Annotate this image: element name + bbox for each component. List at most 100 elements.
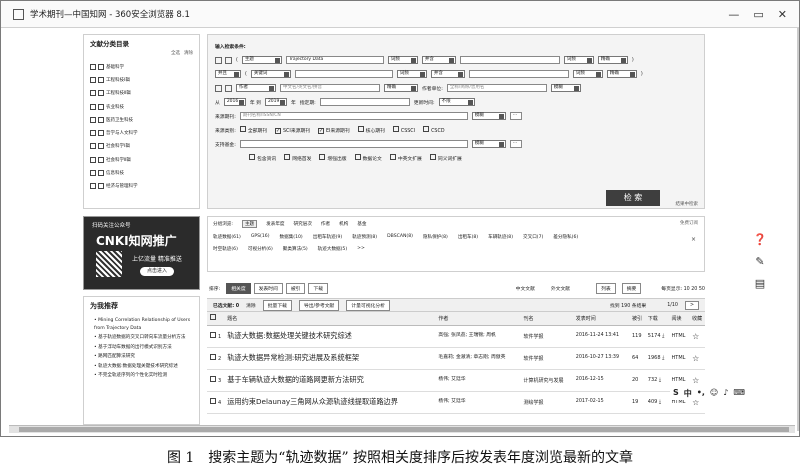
ext-option[interactable]: 数据论文 [354, 154, 382, 162]
journal-more-button[interactable]: ··· [509, 112, 522, 121]
expand-icon[interactable] [90, 76, 96, 83]
source-type-option[interactable]: 核心期刊 [357, 126, 385, 134]
group-tab[interactable]: 发表年度 [266, 221, 284, 227]
group-tab[interactable]: 主题 [241, 220, 258, 228]
checkbox[interactable] [354, 154, 361, 161]
group-item[interactable]: 出租车轨迹(9) [313, 234, 342, 240]
category-item[interactable]: 工程科技Ⅰ辑 [90, 73, 193, 86]
group-item[interactable]: 交叉口(7) [523, 234, 543, 240]
journal-match-select[interactable]: 模糊 [471, 112, 506, 121]
fund-match-select[interactable]: 模糊 [471, 140, 506, 149]
logic-select-2b[interactable]: 并含 [430, 70, 465, 79]
journal-cell[interactable]: 测绘学报 [520, 391, 573, 414]
group-item[interactable]: 聚类算法(5) [283, 246, 308, 252]
exact-select-2[interactable]: 精确 [606, 70, 637, 79]
source-type-option[interactable]: ✓ EI来源期刊 [318, 127, 350, 134]
promo-banner[interactable]: 扫码关注公众号 CNKI知网推广 上亿流量 精准推送 点击进入 [83, 216, 200, 290]
download-count[interactable]: 732 ⤓ [644, 369, 669, 392]
checkbox[interactable] [98, 76, 104, 83]
add-row-icon[interactable] [215, 56, 222, 64]
exact-select-1[interactable]: 精确 [597, 56, 628, 65]
checkbox[interactable] [98, 130, 104, 137]
sort-option[interactable]: 相关度 [226, 282, 251, 294]
expand-icon[interactable] [90, 143, 96, 150]
from-year-select[interactable]: 2016 [223, 98, 246, 107]
expand-icon[interactable] [90, 170, 96, 177]
fund-more-button[interactable]: ··· [509, 140, 522, 149]
checkbox[interactable] [429, 154, 436, 161]
category-item[interactable]: 农业科技 [90, 100, 193, 113]
checkbox[interactable] [98, 143, 104, 150]
clear-selected-link[interactable]: 清除 [246, 302, 256, 309]
group-item[interactable]: 可视分析(6) [248, 246, 273, 252]
category-item[interactable]: 社会科学Ⅱ辑 [90, 153, 193, 166]
query-input-2[interactable] [294, 70, 393, 79]
author-cell[interactable]: 毛嘉莉; 金澈清; 章志刚; 周傲英 [435, 347, 521, 370]
recommend-item[interactable]: • 轨迹大数据:数据处理关键技术研究综述 [90, 363, 193, 371]
checkbox[interactable] [389, 154, 396, 161]
checkbox[interactable]: ✓ [318, 127, 325, 134]
favorite-icon[interactable]: ☆ [689, 347, 705, 370]
add-author-icon[interactable] [215, 84, 222, 92]
pen-icon[interactable]: ✎ [755, 255, 764, 268]
checkbox[interactable] [239, 126, 246, 133]
group-item[interactable]: DBSCAN(8) [387, 234, 413, 240]
freq-select-2b[interactable]: 词频 [572, 70, 603, 79]
checkbox[interactable] [98, 156, 104, 163]
group-item[interactable]: 差分隐私(6) [553, 234, 578, 240]
group-tab[interactable]: 基金 [357, 221, 366, 227]
group-item[interactable]: >> [357, 246, 365, 252]
favorite-icon[interactable]: ☆ [689, 325, 705, 348]
ime-toolbar[interactable]: S 中 •, ☺ ♪ ⌨ [670, 387, 748, 400]
source-type-option[interactable]: ✓ SCI来源期刊 [275, 127, 310, 134]
category-item[interactable]: 信息科技 [90, 166, 193, 179]
category-item[interactable]: 医药卫生科技 [90, 113, 193, 126]
ext-option[interactable]: 同义词扩展 [429, 154, 462, 162]
group-tab[interactable]: 作者 [321, 221, 330, 227]
group-item[interactable]: 数据集(10) [280, 234, 303, 240]
read-html-link[interactable]: HTML [668, 325, 690, 348]
category-item[interactable]: 哲学与人文科学 [90, 126, 193, 139]
logic-select-1[interactable]: 并含 [421, 56, 456, 65]
sort-option[interactable]: 发表时间 [253, 282, 283, 294]
source-type-option[interactable]: CSSCI [392, 126, 415, 134]
group-item[interactable]: 车辆轨迹(8) [488, 234, 513, 240]
checkbox[interactable]: ✓ [275, 127, 282, 134]
journal-cell[interactable]: 计算机研究与发展 [520, 369, 573, 392]
row-checkbox[interactable] [210, 398, 216, 404]
article-title-link[interactable]: 轨迹大数据:数据处理关键技术研究综述 [224, 325, 436, 348]
free-subscribe-link[interactable]: 免费订阅 [680, 220, 698, 226]
group-item[interactable]: GPS(16) [251, 234, 270, 240]
group-item[interactable]: 轨迹数据(61) [213, 234, 241, 240]
help-icon[interactable]: ❓ [753, 233, 767, 246]
group-item[interactable]: 轨迹预测(8) [352, 234, 377, 240]
lang-en-tab[interactable]: 外文文献 [551, 285, 570, 292]
group-item[interactable]: 时空轨迹(6) [213, 246, 238, 252]
row-checkbox[interactable] [210, 332, 216, 338]
remove-author-icon[interactable] [225, 84, 232, 92]
author-field-select[interactable]: 作者 [236, 84, 276, 93]
author-input[interactable]: 中文名/英文名/拼音 [280, 84, 380, 93]
expand-icon[interactable] [90, 183, 96, 190]
date-input[interactable] [319, 98, 410, 107]
cited-count[interactable]: 64 [628, 347, 645, 370]
read-html-link[interactable]: HTML [668, 347, 690, 370]
group-tab[interactable]: 研究层次 [294, 221, 312, 227]
fund-input[interactable] [239, 140, 468, 149]
row-checkbox[interactable] [210, 376, 216, 382]
checkbox[interactable] [98, 116, 104, 123]
close-icon[interactable]: × [691, 236, 696, 243]
ext-option[interactable]: 增强出版 [319, 154, 347, 162]
journal-input[interactable]: 期刊名称/ISSN/CN [239, 112, 468, 121]
row-checkbox[interactable] [210, 354, 216, 360]
download-count[interactable]: 409 ⤓ [644, 391, 669, 414]
checkbox[interactable] [98, 170, 104, 177]
checkbox[interactable] [98, 103, 104, 110]
checkbox[interactable] [98, 183, 104, 190]
source-type-option[interactable]: CSCD [423, 126, 445, 134]
source-type-option[interactable]: 全部期刊 [239, 126, 267, 134]
article-title-link[interactable]: 运用约束Delaunay三角网从众源轨迹线提取道路边界 [224, 391, 436, 414]
expand-icon[interactable] [90, 90, 96, 97]
freq-select-1b[interactable]: 词频 [563, 56, 594, 65]
recommend-item[interactable]: • 不完全轨迹序列的个性化实时检测 [90, 372, 193, 380]
